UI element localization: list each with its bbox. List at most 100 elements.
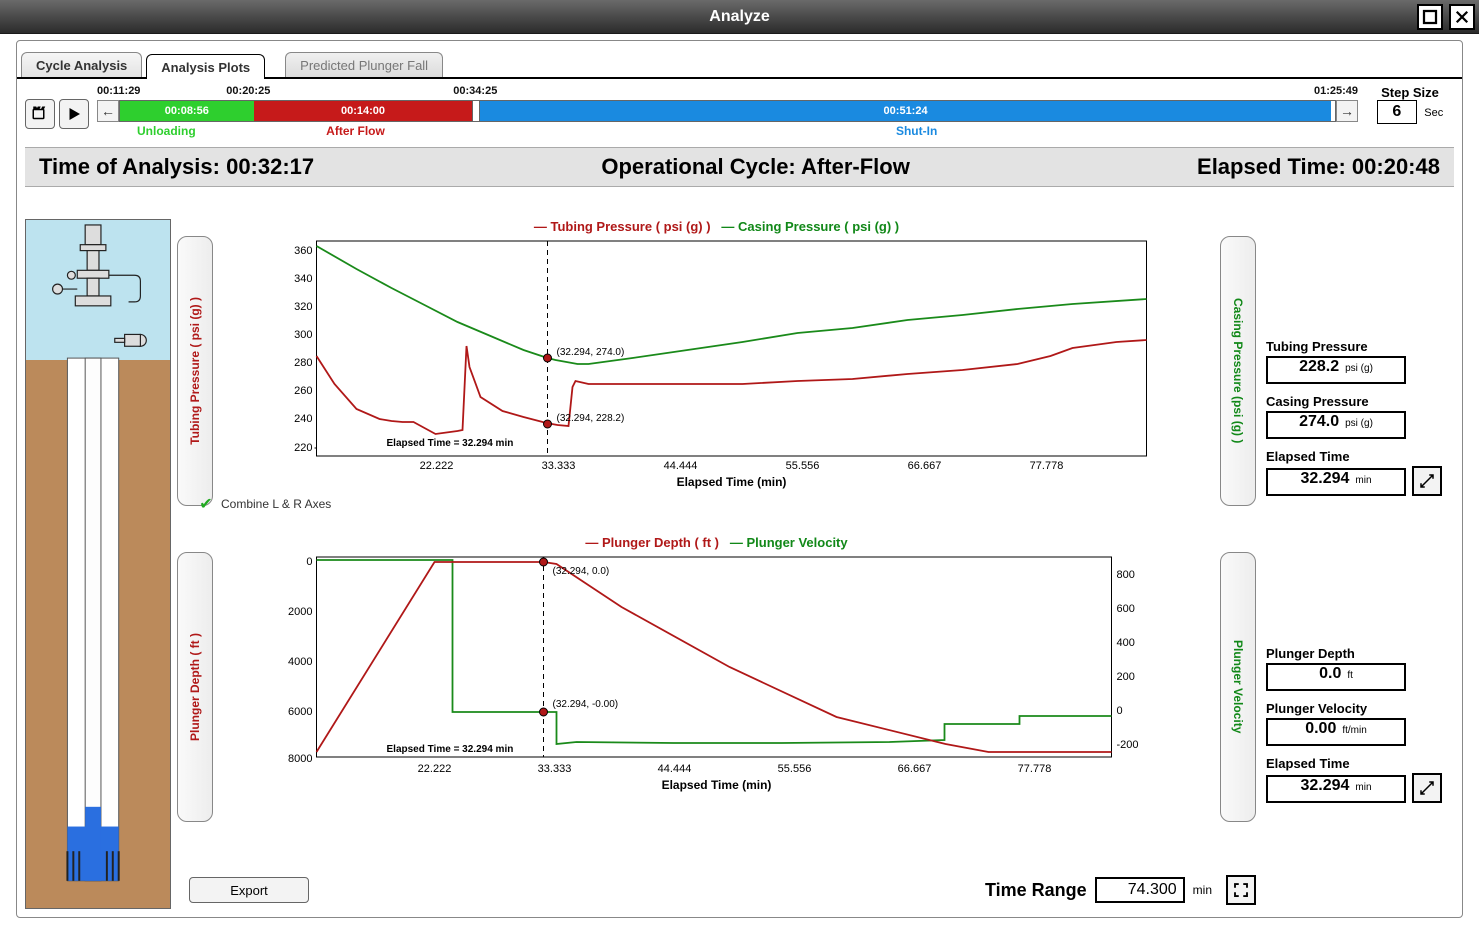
svg-text:360: 360	[294, 245, 312, 257]
step-size-unit: Sec	[1424, 107, 1443, 119]
chart1-right-axis[interactable]: Casing Pressure (psi (g) )	[1220, 236, 1256, 506]
svg-text:(32.294, -0.00): (32.294, -0.00)	[553, 699, 619, 710]
svg-text:6000: 6000	[288, 706, 312, 718]
svg-text:Elapsed Time (min): Elapsed Time (min)	[662, 778, 772, 792]
cp-label: Casing Pressure	[1266, 394, 1454, 409]
well-diagram	[25, 219, 171, 909]
status-banner: Time of Analysis: 00:32:17 Operational C…	[25, 147, 1454, 187]
svg-text:0: 0	[306, 556, 312, 568]
tabs: Cycle Analysis Analysis Plots Predicted …	[17, 47, 1462, 79]
tp-label: Tubing Pressure	[1266, 339, 1454, 354]
svg-text:44.444: 44.444	[664, 460, 698, 472]
svg-text:77.778: 77.778	[1030, 460, 1064, 472]
chart2-plot[interactable]: 0 2000 4000 6000 8000 800 600	[223, 552, 1210, 822]
pv-label: Plunger Velocity	[1266, 701, 1454, 716]
svg-text:8000: 8000	[288, 753, 312, 765]
et2-value: 32.294min	[1266, 775, 1406, 803]
timeline-segment-unloading[interactable]: 00:08:56	[120, 101, 254, 121]
svg-text:33.333: 33.333	[542, 460, 576, 472]
svg-text:55.556: 55.556	[786, 460, 820, 472]
tab-cycle-analysis[interactable]: Cycle Analysis	[21, 52, 142, 77]
export-button[interactable]: Export	[189, 877, 309, 903]
svg-text:600: 600	[1117, 603, 1135, 615]
svg-text:Elapsed Time (min): Elapsed Time (min)	[677, 475, 787, 489]
ruler-tend: 01:25:49	[1314, 85, 1358, 97]
timeline-segment-shutin[interactable]: 00:51:24	[480, 101, 1331, 121]
toa-value: 00:32:17	[226, 154, 314, 179]
step-size-input[interactable]	[1377, 100, 1417, 124]
timeline-segment-afterflow[interactable]: 00:14:00	[254, 101, 473, 121]
fullscreen-button[interactable]	[1226, 875, 1256, 905]
timeline: 00:11:29 00:20:25 00:34:25 01:25:49 ← 00…	[25, 85, 1454, 145]
pd-label: Plunger Depth	[1266, 646, 1454, 661]
pv-value: 0.00ft/min	[1266, 718, 1406, 746]
svg-text:66.667: 66.667	[898, 763, 932, 775]
toa-label: Time of Analysis:	[39, 154, 220, 179]
svg-text:(32.294, 228.2): (32.294, 228.2)	[557, 413, 625, 424]
svg-text:220: 220	[294, 442, 312, 454]
window-close-button[interactable]	[1449, 4, 1475, 30]
svg-text:260: 260	[294, 385, 312, 397]
svg-text:33.333: 33.333	[538, 763, 572, 775]
chart2-left-axis[interactable]: Plunger Depth ( ft )	[177, 552, 213, 822]
svg-text:22.222: 22.222	[420, 460, 454, 472]
ruler-t1: 00:20:25	[226, 85, 270, 97]
svg-text:240: 240	[294, 413, 312, 425]
svg-text:Elapsed Time = 32.294 min: Elapsed Time = 32.294 min	[387, 744, 514, 755]
svg-text:-200: -200	[1117, 739, 1139, 751]
svg-text:4000: 4000	[288, 656, 312, 668]
svg-text:0: 0	[1117, 705, 1123, 717]
svg-text:280: 280	[294, 357, 312, 369]
elapsed-label: Elapsed Time:	[1197, 154, 1346, 179]
svg-text:400: 400	[1117, 637, 1135, 649]
cycle-value: After-Flow	[801, 154, 910, 179]
record-button[interactable]	[25, 99, 55, 129]
legend-unloading: Unloading	[97, 124, 236, 138]
wellhead-icon	[26, 220, 170, 891]
ruler-t0: 00:11:29	[97, 85, 140, 97]
play-button[interactable]	[59, 99, 89, 129]
chart2-right-axis[interactable]: Plunger Velocity	[1220, 552, 1256, 822]
svg-text:66.667: 66.667	[908, 460, 942, 472]
elapsed-value: 00:20:48	[1352, 154, 1440, 179]
svg-text:77.778: 77.778	[1018, 763, 1052, 775]
tp-value: 228.2psi (g)	[1266, 356, 1406, 384]
combine-axes-label: Combine L & R Axes	[221, 497, 331, 511]
window-title: Analyze	[709, 8, 769, 26]
time-range-input[interactable]	[1095, 877, 1185, 903]
et2-label: Elapsed Time	[1266, 756, 1454, 771]
timeline-step-forward[interactable]: →	[1336, 100, 1358, 122]
svg-text:55.556: 55.556	[778, 763, 812, 775]
chart1-plot[interactable]: 220 240 260 280 300 320 340 360	[223, 236, 1210, 506]
svg-text:44.444: 44.444	[658, 763, 692, 775]
time-range-unit: min	[1193, 883, 1212, 897]
combine-axes-checkbox[interactable]: ✔	[197, 495, 215, 513]
legend-shutin: Shut-In	[475, 124, 1358, 138]
chart1-left-axis[interactable]: Tubing Pressure ( psi (g) )	[177, 236, 213, 506]
chart2-title: — Plunger Depth ( ft ) — Plunger Velocit…	[177, 535, 1256, 550]
step-size-label: Step Size	[1366, 85, 1454, 100]
svg-text:340: 340	[294, 273, 312, 285]
svg-text:800: 800	[1117, 569, 1135, 581]
cycle-label: Operational Cycle:	[601, 154, 795, 179]
svg-text:(32.294, 0.0): (32.294, 0.0)	[553, 566, 610, 577]
tab-predicted-plunger-fall[interactable]: Predicted Plunger Fall	[285, 52, 443, 77]
window-maximize-button[interactable]	[1417, 4, 1443, 30]
svg-text:22.222: 22.222	[418, 763, 452, 775]
svg-text:320: 320	[294, 301, 312, 313]
tab-analysis-plots[interactable]: Analysis Plots	[146, 54, 265, 79]
svg-text:200: 200	[1117, 671, 1135, 683]
zoom2-button[interactable]	[1412, 773, 1442, 803]
svg-text:(32.294, 274.0): (32.294, 274.0)	[557, 347, 625, 358]
pd-value: 0.0ft	[1266, 663, 1406, 691]
svg-text:2000: 2000	[288, 606, 312, 618]
svg-text:Elapsed Time = 32.294 min: Elapsed Time = 32.294 min	[387, 438, 514, 449]
chart1-title: — Tubing Pressure ( psi (g) ) — Casing P…	[177, 219, 1256, 234]
time-range-label: Time Range	[985, 880, 1087, 901]
svg-text:300: 300	[294, 329, 312, 341]
timeline-step-back[interactable]: ←	[97, 100, 119, 122]
cp-value: 274.0psi (g)	[1266, 411, 1406, 439]
window-titlebar: Analyze	[0, 0, 1479, 34]
zoom1-button[interactable]	[1412, 466, 1442, 496]
ruler-t2: 00:34:25	[453, 85, 497, 97]
